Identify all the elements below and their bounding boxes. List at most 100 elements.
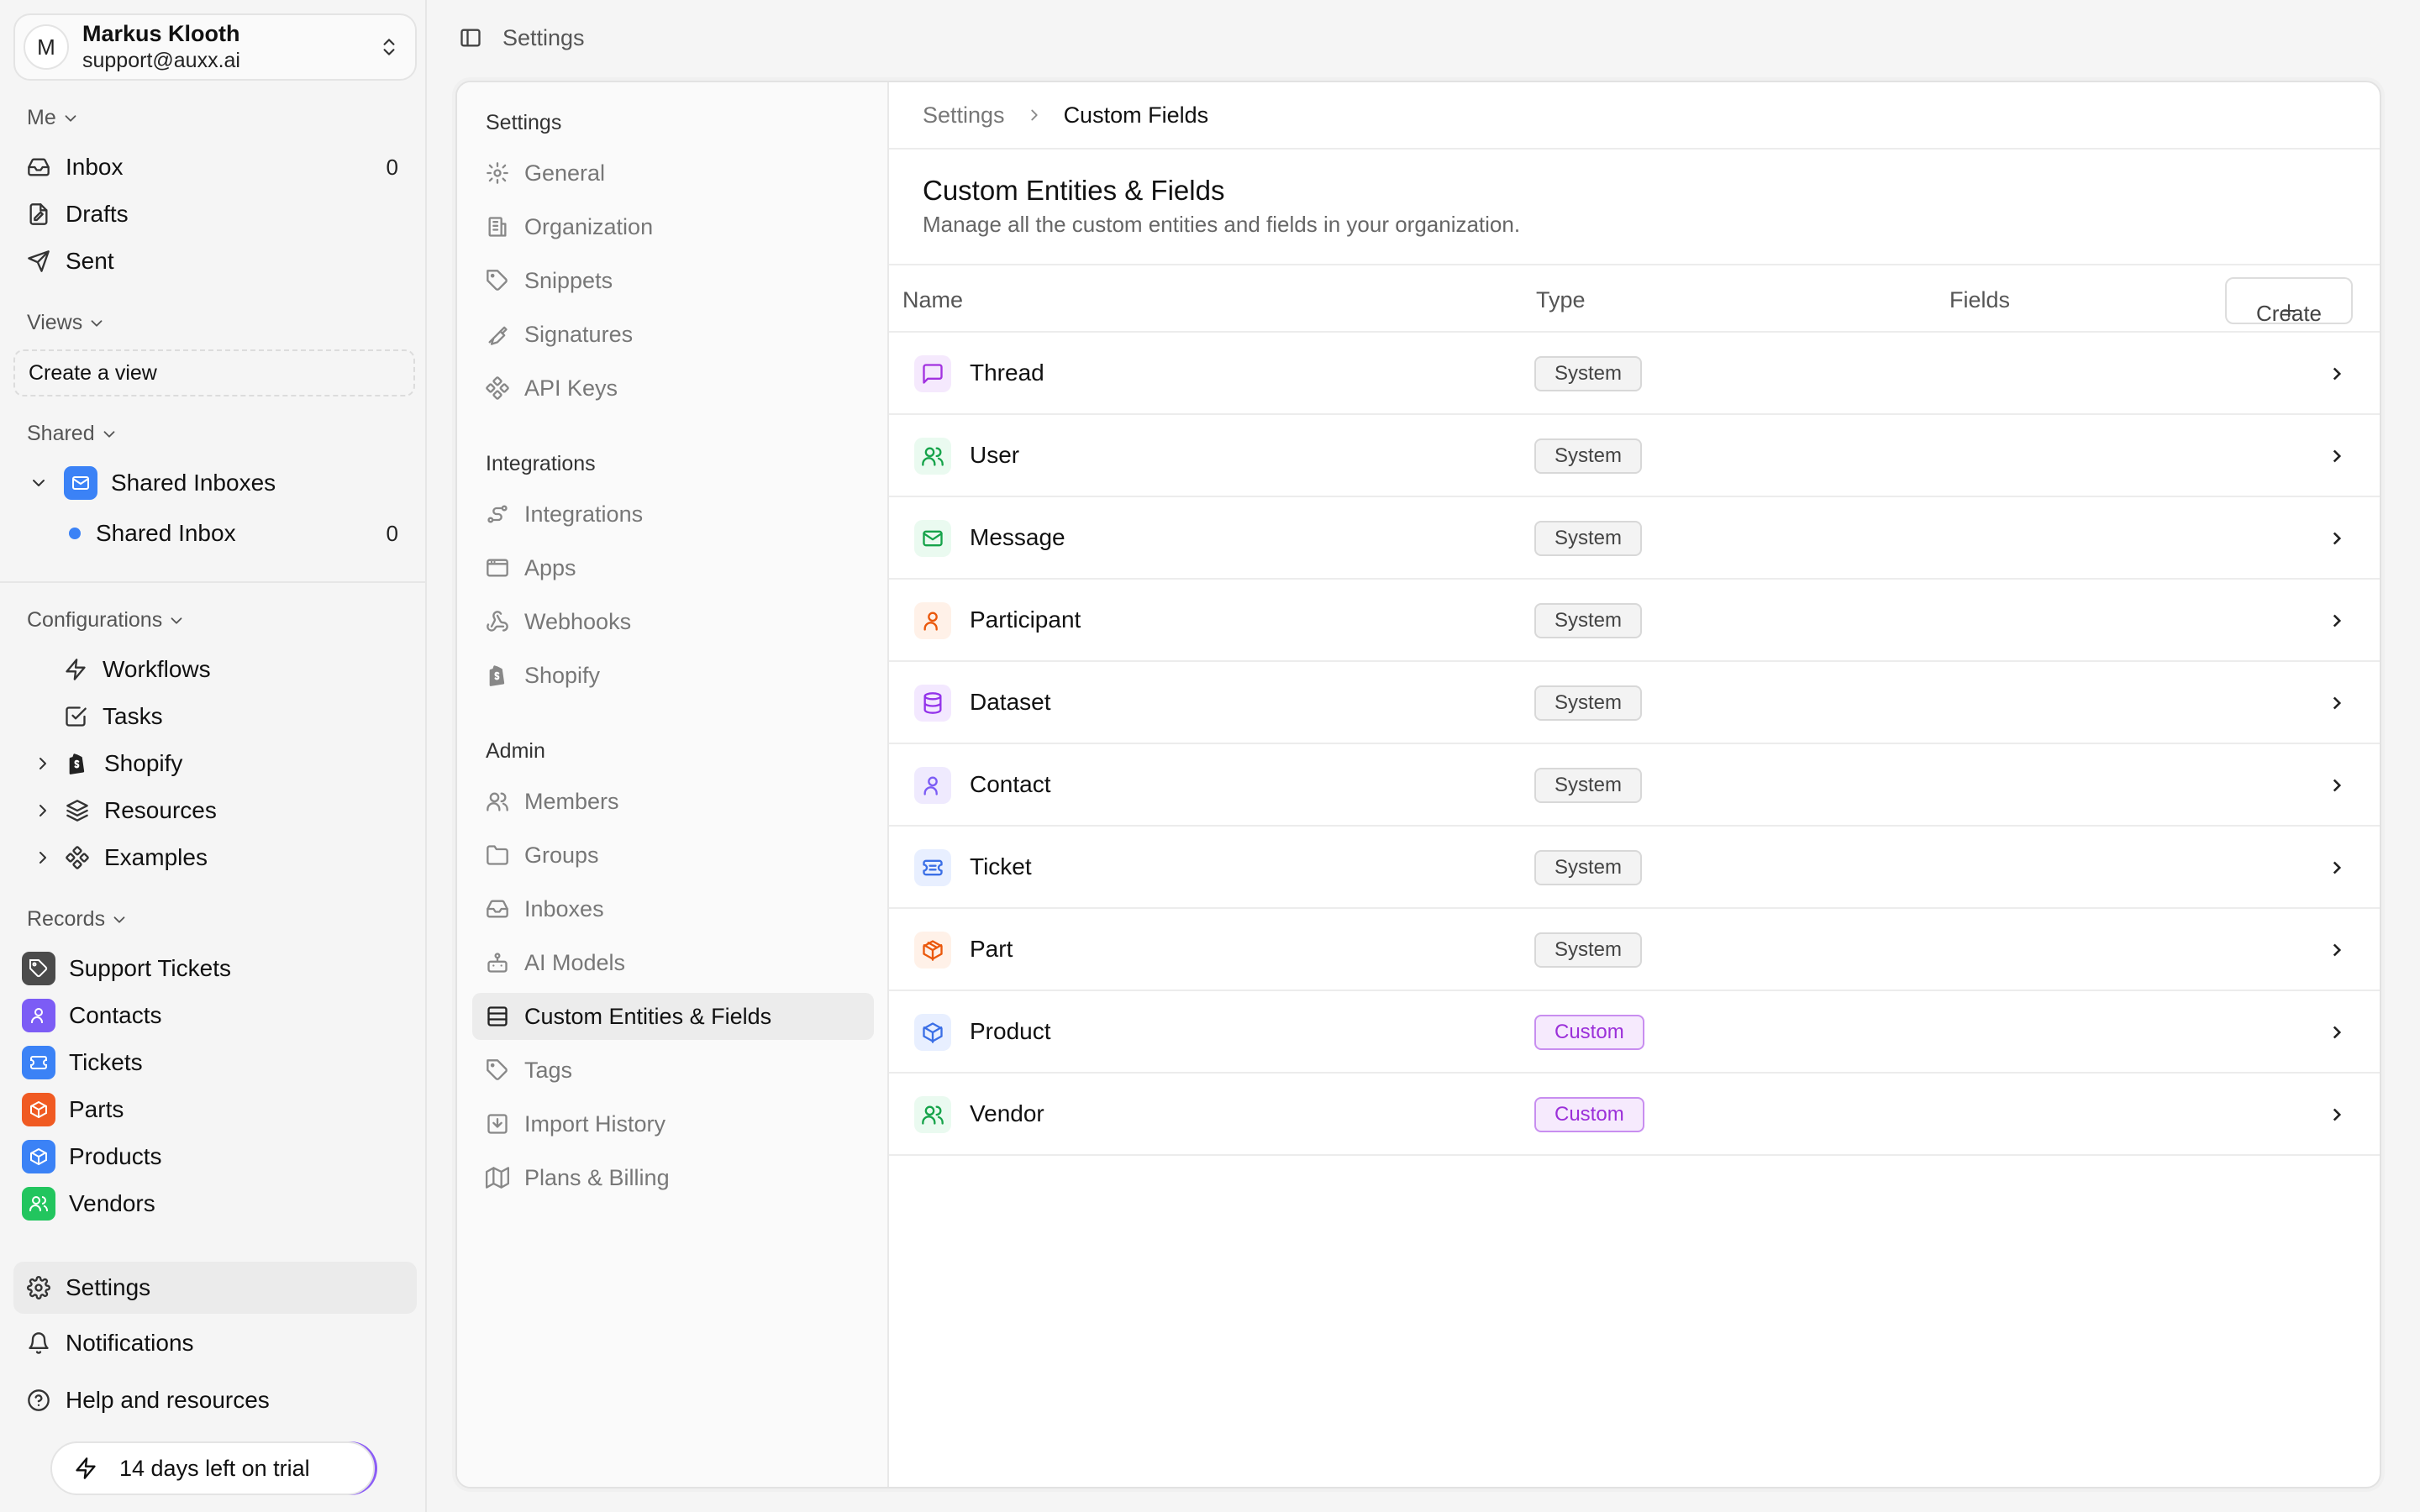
section-me[interactable]: Me bbox=[27, 106, 80, 130]
table-row[interactable]: Ticket System bbox=[889, 827, 2380, 909]
type-badge: System bbox=[1534, 768, 1643, 803]
sidebar-item-shared-inbox[interactable]: Shared Inbox 0 bbox=[13, 511, 417, 556]
settings-nav-members[interactable]: Members bbox=[472, 778, 874, 825]
settings-content: Settings Custom Fields Custom Entities &… bbox=[889, 82, 2380, 1487]
settings-nav-integrations[interactable]: Integrations bbox=[472, 491, 874, 538]
section-shared-label: Shared bbox=[27, 422, 95, 445]
chevron-right-icon[interactable] bbox=[2326, 939, 2348, 961]
sidebar-item-inbox[interactable]: Inbox 0 bbox=[13, 144, 417, 190]
table-row[interactable]: Message System bbox=[889, 497, 2380, 580]
chevron-right-icon[interactable] bbox=[32, 801, 54, 821]
chevron-right-icon[interactable] bbox=[2326, 528, 2348, 549]
chevron-down-icon[interactable] bbox=[25, 473, 52, 493]
record-tickets[interactable]: Tickets bbox=[22, 1040, 425, 1085]
chevron-down-icon bbox=[110, 911, 129, 929]
type-badge: System bbox=[1534, 603, 1643, 638]
trial-banner-button[interactable]: 14 days left on trial bbox=[50, 1441, 375, 1495]
mail-icon bbox=[914, 520, 951, 557]
settings-nav-signatures[interactable]: Signatures bbox=[472, 311, 874, 358]
settings-nav-general[interactable]: General bbox=[472, 150, 874, 197]
sidebar-item-shopify[interactable]: Shopify bbox=[13, 741, 417, 786]
map-icon bbox=[486, 1166, 509, 1189]
user-icon bbox=[22, 999, 55, 1032]
sidebar-item-label: Help and resources bbox=[66, 1387, 270, 1413]
chevron-right-icon[interactable] bbox=[2326, 363, 2348, 385]
app-window-icon bbox=[486, 556, 509, 580]
breadcrumb-current: Custom Fields bbox=[1063, 102, 1209, 128]
chevron-right-icon[interactable] bbox=[2326, 610, 2348, 632]
chevron-down-icon bbox=[61, 109, 80, 128]
settings-nav-snippets[interactable]: Snippets bbox=[472, 257, 874, 304]
table-row[interactable]: User System bbox=[889, 415, 2380, 497]
chevron-right-icon[interactable] bbox=[2326, 1104, 2348, 1126]
settings-section-heading: Settings bbox=[486, 111, 562, 134]
settings-nav-shopify[interactable]: Shopify bbox=[472, 652, 874, 699]
sidebar-item-workflows[interactable]: Workflows bbox=[13, 647, 417, 692]
sidebar-item-resources[interactable]: Resources bbox=[13, 788, 417, 833]
sidebar-item-help[interactable]: Help and resources bbox=[13, 1378, 417, 1423]
inbox-icon bbox=[486, 897, 509, 921]
sidebar-item-tasks[interactable]: Tasks bbox=[13, 694, 417, 739]
sidebar-toggle-icon[interactable] bbox=[459, 26, 482, 50]
settings-nav-inboxes[interactable]: Inboxes bbox=[472, 885, 874, 932]
column-header-type[interactable]: Type bbox=[1536, 287, 1586, 313]
chevron-right-icon[interactable] bbox=[2326, 1021, 2348, 1043]
sidebar-item-drafts[interactable]: Drafts bbox=[13, 192, 417, 237]
settings-nav-webhooks[interactable]: Webhooks bbox=[472, 598, 874, 645]
settings-nav-custom-entities[interactable]: Custom Entities & Fields bbox=[472, 993, 874, 1040]
sidebar-item-notifications[interactable]: Notifications bbox=[13, 1320, 417, 1366]
check-square-icon bbox=[62, 705, 89, 728]
type-badge: Custom bbox=[1534, 1015, 1644, 1050]
record-vendors[interactable]: Vendors bbox=[22, 1181, 425, 1226]
table-row[interactable]: Thread System bbox=[889, 333, 2380, 415]
settings-nav-label: Shopify bbox=[524, 662, 601, 688]
create-entity-button[interactable]: Create bbox=[2225, 277, 2353, 326]
sidebar-item-shared-inboxes[interactable]: Shared Inboxes bbox=[13, 460, 417, 506]
chevron-right-icon[interactable] bbox=[2326, 774, 2348, 796]
settings-nav-organization[interactable]: Organization bbox=[472, 203, 874, 250]
chevron-down-icon bbox=[167, 612, 186, 630]
table-row[interactable]: Contact System bbox=[889, 744, 2380, 827]
table-row[interactable]: Vendor Custom bbox=[889, 1074, 2380, 1156]
table-row[interactable]: Participant System bbox=[889, 580, 2380, 662]
settings-nav-label: Integrations bbox=[524, 501, 644, 527]
ticket-icon bbox=[914, 849, 951, 886]
column-header-name[interactable]: Name bbox=[902, 287, 963, 313]
section-records[interactable]: Records bbox=[27, 907, 129, 932]
create-view-button[interactable]: Create a view bbox=[13, 349, 415, 396]
shared-inbox-count: 0 bbox=[386, 520, 398, 546]
sidebar-item-examples[interactable]: Examples bbox=[13, 835, 417, 880]
settings-nav-ai-models[interactable]: AI Models bbox=[472, 939, 874, 986]
record-support-tickets[interactable]: Support Tickets bbox=[22, 946, 425, 991]
section-shared[interactable]: Shared bbox=[27, 422, 118, 446]
section-views[interactable]: Views bbox=[27, 311, 106, 335]
table-row[interactable]: Product Custom bbox=[889, 991, 2380, 1074]
chevron-right-icon[interactable] bbox=[2326, 692, 2348, 714]
settings-nav-plans-billing[interactable]: Plans & Billing bbox=[472, 1154, 874, 1201]
column-header-fields[interactable]: Fields bbox=[1949, 287, 2010, 313]
inbox-count: 0 bbox=[386, 154, 398, 180]
record-products[interactable]: Products bbox=[22, 1134, 425, 1179]
record-contacts[interactable]: Contacts bbox=[22, 993, 425, 1038]
settings-nav-import-history[interactable]: Import History bbox=[472, 1100, 874, 1147]
account-switcher[interactable]: M Markus Klooth support@auxx.ai bbox=[13, 13, 417, 81]
chevron-down-icon bbox=[100, 425, 118, 444]
bot-icon bbox=[486, 951, 509, 974]
sidebar-item-sent[interactable]: Sent bbox=[13, 239, 417, 284]
record-parts[interactable]: Parts bbox=[22, 1087, 425, 1132]
entity-name: Part bbox=[970, 936, 1013, 962]
breadcrumb-settings-link[interactable]: Settings bbox=[923, 102, 1005, 129]
chevron-right-icon[interactable] bbox=[2326, 857, 2348, 879]
chevron-right-icon[interactable] bbox=[32, 848, 54, 868]
settings-nav-api-keys[interactable]: API Keys bbox=[472, 365, 874, 412]
chevrons-up-down-icon bbox=[378, 36, 400, 58]
table-row[interactable]: Dataset System bbox=[889, 662, 2380, 744]
settings-nav-groups[interactable]: Groups bbox=[472, 832, 874, 879]
table-row[interactable]: Part System bbox=[889, 909, 2380, 991]
chevron-right-icon[interactable] bbox=[32, 753, 54, 774]
sidebar-item-settings[interactable]: Settings bbox=[13, 1262, 417, 1314]
settings-nav-tags[interactable]: Tags bbox=[472, 1047, 874, 1094]
settings-nav-apps[interactable]: Apps bbox=[472, 544, 874, 591]
chevron-right-icon[interactable] bbox=[2326, 445, 2348, 467]
section-configurations[interactable]: Configurations bbox=[27, 608, 186, 633]
